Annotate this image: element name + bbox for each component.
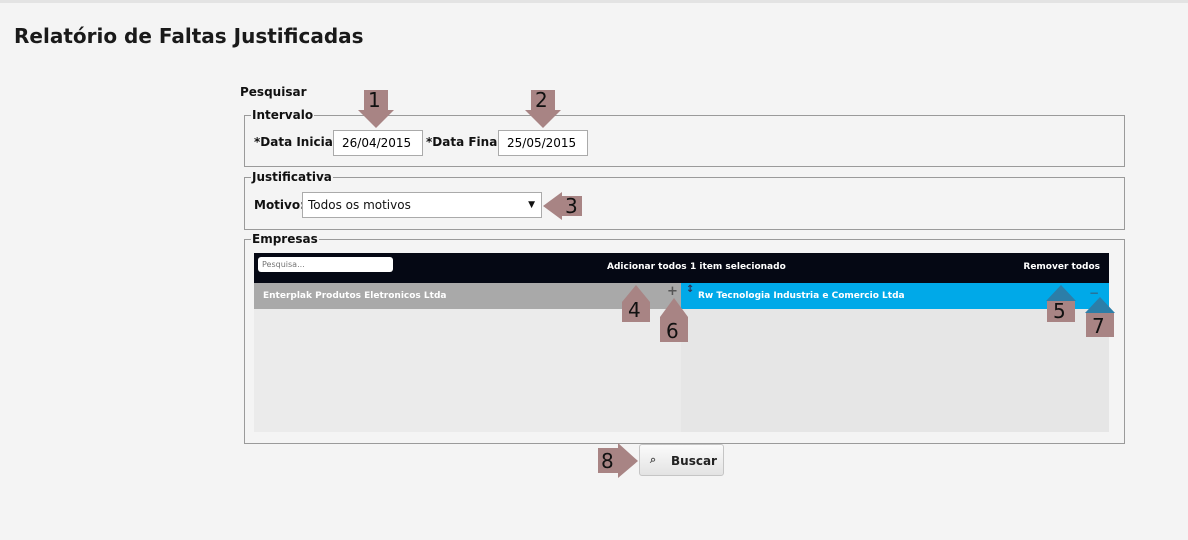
annotation-number-3: 3 — [565, 194, 578, 218]
annotation-number-7: 7 — [1092, 314, 1105, 338]
annotation-number-1: 1 — [368, 88, 381, 112]
annotation-number-4: 4 — [628, 298, 641, 322]
annotation-arrow-7-head — [1085, 297, 1115, 313]
annotation-number-2: 2 — [535, 88, 548, 112]
annotation-number-6: 6 — [666, 319, 679, 343]
annotation-number-8: 8 — [601, 449, 614, 473]
annotation-arrows — [358, 90, 1115, 478]
annotation-number-5: 5 — [1053, 299, 1066, 323]
